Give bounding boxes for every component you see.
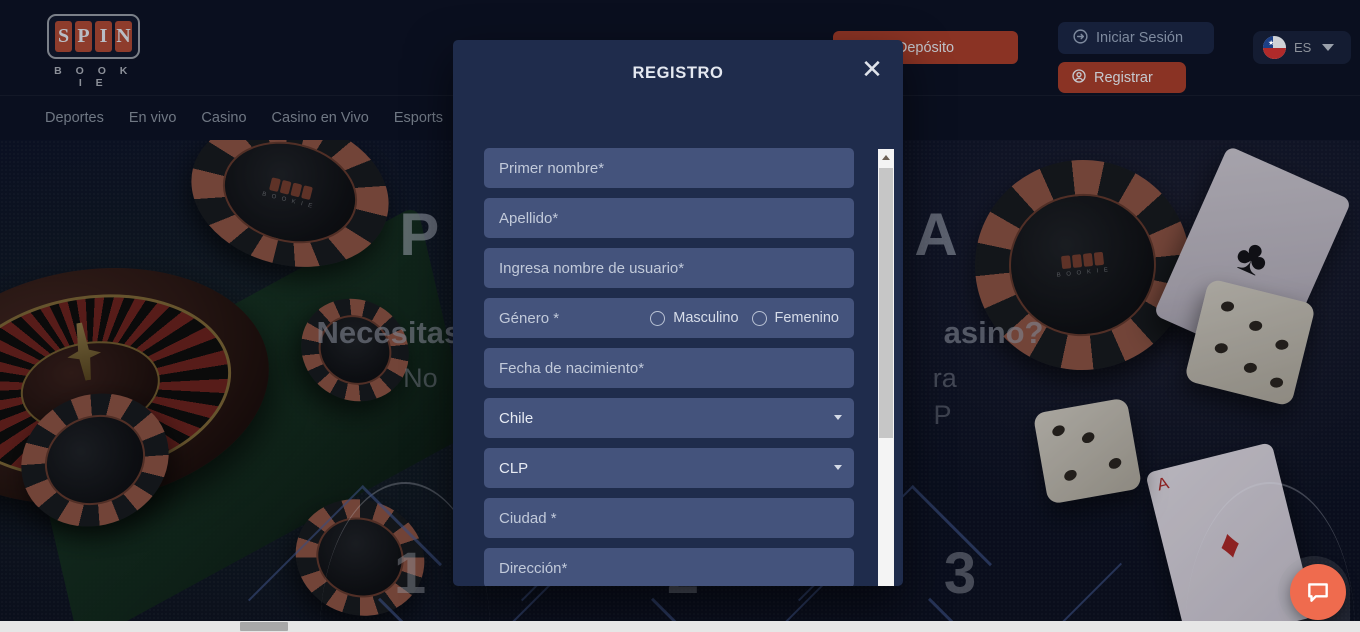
city-placeholder: Ciudad * xyxy=(499,509,557,527)
first-name-input[interactable]: Primer nombre* xyxy=(484,148,854,188)
modal-scrollbar[interactable] xyxy=(878,149,894,586)
gender-option-label: Masculino xyxy=(673,310,739,326)
city-input[interactable]: Ciudad * xyxy=(484,498,854,538)
login-label: Iniciar Sesión xyxy=(1096,30,1184,46)
logo-letter: N xyxy=(115,21,132,52)
birth-date-input[interactable]: Fecha de nacimiento* xyxy=(484,348,854,388)
nav-item-en-vivo[interactable]: En vivo xyxy=(129,110,177,126)
birth-date-placeholder: Fecha de nacimiento* xyxy=(499,359,645,377)
gender-field: Género * Masculino Femenino xyxy=(484,298,854,338)
nav-item-casino[interactable]: Casino xyxy=(201,110,246,126)
logo-subtitle: B O O K I E xyxy=(54,65,133,89)
chevron-down-icon xyxy=(834,415,842,420)
logo-tiles: S P I N xyxy=(47,14,140,59)
step-number: 1 xyxy=(393,540,427,606)
gender-radio-masculino[interactable]: Masculino xyxy=(650,310,739,326)
radio-icon xyxy=(650,310,666,326)
login-icon xyxy=(1072,28,1089,49)
radio-icon xyxy=(751,310,767,326)
gender-option-label: Femenino xyxy=(774,310,839,326)
step-number: 3 xyxy=(943,540,977,606)
page-horizontal-scrollbar[interactable] xyxy=(0,621,1360,632)
nav-item-esports[interactable]: Esports xyxy=(394,110,443,126)
gender-radio-femenino[interactable]: Femenino xyxy=(751,310,839,326)
nav-item-deportes[interactable]: Deportes xyxy=(45,110,104,126)
login-button[interactable]: Iniciar Sesión xyxy=(1058,22,1214,54)
page-scrollbar-thumb[interactable] xyxy=(240,622,288,631)
auth-buttons: Iniciar Sesión Registrar xyxy=(1058,22,1214,93)
close-icon[interactable]: ✕ xyxy=(858,55,886,83)
register-button[interactable]: Registrar xyxy=(1058,62,1186,93)
modal-title: REGISTRO xyxy=(632,64,724,82)
nav-item-casino-en-vivo[interactable]: Casino en Vivo xyxy=(272,110,369,126)
username-input[interactable]: Ingresa nombre de usuario* xyxy=(484,248,854,288)
currency-select[interactable]: CLP xyxy=(484,448,854,488)
scrollbar-thumb[interactable] xyxy=(879,168,893,438)
country-select[interactable]: Chile xyxy=(484,398,854,438)
address-input[interactable]: Dirección* xyxy=(484,548,854,586)
country-value: Chile xyxy=(499,409,534,427)
logo-letter: S xyxy=(55,21,72,52)
chile-flag-icon: ★ xyxy=(1263,36,1286,59)
scroll-up-icon[interactable] xyxy=(878,149,894,166)
currency-value: CLP xyxy=(499,459,529,477)
registration-form: Primer nombre* Apellido* Ingresa nombre … xyxy=(453,110,903,586)
first-name-placeholder: Primer nombre* xyxy=(499,159,605,177)
registration-modal: REGISTRO ✕ Primer nombre* Apellido* Ingr… xyxy=(453,40,903,586)
chevron-down-icon xyxy=(1322,44,1335,51)
logo-letter: I xyxy=(95,21,112,52)
last-name-input[interactable]: Apellido* xyxy=(484,198,854,238)
language-code: ES xyxy=(1294,40,1312,55)
chat-bubble-icon[interactable] xyxy=(1290,564,1346,620)
user-circle-icon xyxy=(1071,68,1087,88)
gender-label: Género * xyxy=(499,309,560,327)
register-label: Registrar xyxy=(1094,69,1153,86)
site-logo[interactable]: S P I N B O O K I E xyxy=(47,14,140,89)
chevron-down-icon xyxy=(834,465,842,470)
page-root: B O O K I E B O O K I E ♣ A ♦ P A Necesi… xyxy=(0,0,1360,632)
gender-radio-group: Masculino Femenino xyxy=(650,310,839,326)
logo-letter: P xyxy=(75,21,92,52)
username-placeholder: Ingresa nombre de usuario* xyxy=(499,259,685,277)
language-selector[interactable]: ★ ES xyxy=(1253,31,1351,64)
address-placeholder: Dirección* xyxy=(499,559,568,577)
step-indicator: 3 xyxy=(797,484,1123,632)
last-name-placeholder: Apellido* xyxy=(499,209,559,227)
